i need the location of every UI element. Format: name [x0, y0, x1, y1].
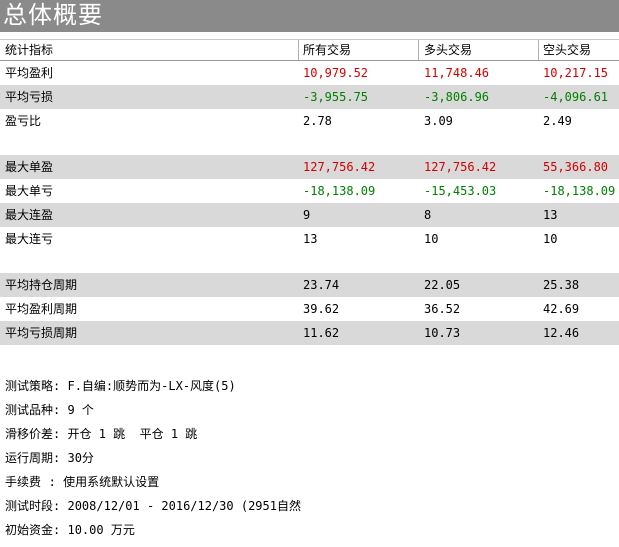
title-bar: 总体概要	[0, 0, 619, 32]
cell-short: 13	[543, 208, 558, 222]
column-divider	[298, 40, 299, 60]
column-divider	[418, 40, 419, 60]
cell-short: -4,096.61	[543, 90, 609, 104]
header-metric: 统计指标	[5, 43, 54, 57]
table-row: 最大单亏 -18,138.09 -15,453.03 -18,138.09	[0, 179, 619, 203]
cell-short: 25.38	[543, 278, 580, 292]
header-long-trades: 多头交易	[424, 43, 473, 57]
cell-all: 39.62	[303, 302, 340, 316]
cell-short: 10	[543, 232, 558, 246]
test-info: 测试策略: F.自编:顺势而为-LX-风度(5) 测试品种: 9 个 滑移价差:…	[5, 374, 615, 542]
cell-long: 10.73	[424, 326, 461, 340]
cell-long: 22.05	[424, 278, 461, 292]
cell-all: 2.78	[303, 114, 332, 128]
cell-all: 9	[303, 208, 311, 222]
cell-all: 13	[303, 232, 318, 246]
info-period: 运行周期: 30分	[5, 451, 94, 465]
row-label: 平均亏损周期	[5, 326, 78, 340]
table-row: 最大连亏 13 10 10	[0, 227, 619, 251]
cell-all: -18,138.09	[303, 184, 376, 198]
cell-long: 127,756.42	[424, 160, 497, 174]
cell-all: 11.62	[303, 326, 340, 340]
stats-table: 统计指标 所有交易 多头交易 空头交易 平均盈利 10,979.52 11,74…	[0, 39, 619, 345]
cell-all: -3,955.75	[303, 90, 369, 104]
info-fees: 手续费 : 使用系统默认设置	[5, 475, 160, 489]
cell-short: 10,217.15	[543, 66, 609, 80]
row-label: 最大连亏	[5, 232, 54, 246]
info-test-range: 测试时段: 2008/12/01 - 2016/12/30 (2951自然	[5, 499, 301, 513]
cell-short: 2.49	[543, 114, 572, 128]
row-spacer	[0, 133, 619, 155]
row-label: 平均盈利周期	[5, 302, 78, 316]
cell-long: -3,806.96	[424, 90, 490, 104]
header-short-trades: 空头交易	[543, 43, 592, 57]
column-divider	[538, 40, 539, 60]
row-label: 平均持仓周期	[5, 278, 78, 292]
table-row: 平均亏损周期 11.62 10.73 12.46	[0, 321, 619, 345]
row-spacer	[0, 251, 619, 273]
cell-long: 8	[424, 208, 432, 222]
table-row: 盈亏比 2.78 3.09 2.49	[0, 109, 619, 133]
cell-short: 42.69	[543, 302, 580, 316]
row-label: 最大单盈	[5, 160, 54, 174]
cell-long: 10	[424, 232, 439, 246]
row-label: 盈亏比	[5, 114, 42, 128]
header-all-trades: 所有交易	[303, 43, 352, 57]
row-label: 最大连盈	[5, 208, 54, 222]
row-label: 平均亏损	[5, 90, 54, 104]
table-header: 统计指标 所有交易 多头交易 空头交易	[0, 39, 619, 61]
row-label: 平均盈利	[5, 66, 54, 80]
page-title: 总体概要	[3, 1, 103, 29]
info-initial-capital: 初始资金: 10.00 万元	[5, 523, 135, 537]
table-row: 平均盈利周期 39.62 36.52 42.69	[0, 297, 619, 321]
info-slippage: 滑移价差: 开仓 1 跳 平仓 1 跳	[5, 427, 198, 441]
cell-short: 55,366.80	[543, 160, 609, 174]
cell-all: 127,756.42	[303, 160, 376, 174]
cell-all: 10,979.52	[303, 66, 369, 80]
table-row: 平均盈利 10,979.52 11,748.46 10,217.15	[0, 61, 619, 85]
cell-long: 11,748.46	[424, 66, 490, 80]
table-row: 平均持仓周期 23.74 22.05 25.38	[0, 273, 619, 297]
cell-long: 36.52	[424, 302, 461, 316]
table-row: 最大单盈 127,756.42 127,756.42 55,366.80	[0, 155, 619, 179]
cell-long: 3.09	[424, 114, 453, 128]
cell-long: -15,453.03	[424, 184, 497, 198]
info-strategy: 测试策略: F.自编:顺势而为-LX-风度(5)	[5, 379, 236, 393]
info-instruments: 测试品种: 9 个	[5, 403, 94, 417]
cell-short: -18,138.09	[543, 184, 616, 198]
table-row: 最大连盈 9 8 13	[0, 203, 619, 227]
cell-short: 12.46	[543, 326, 580, 340]
row-label: 最大单亏	[5, 184, 54, 198]
cell-all: 23.74	[303, 278, 340, 292]
table-row: 平均亏损 -3,955.75 -3,806.96 -4,096.61	[0, 85, 619, 109]
